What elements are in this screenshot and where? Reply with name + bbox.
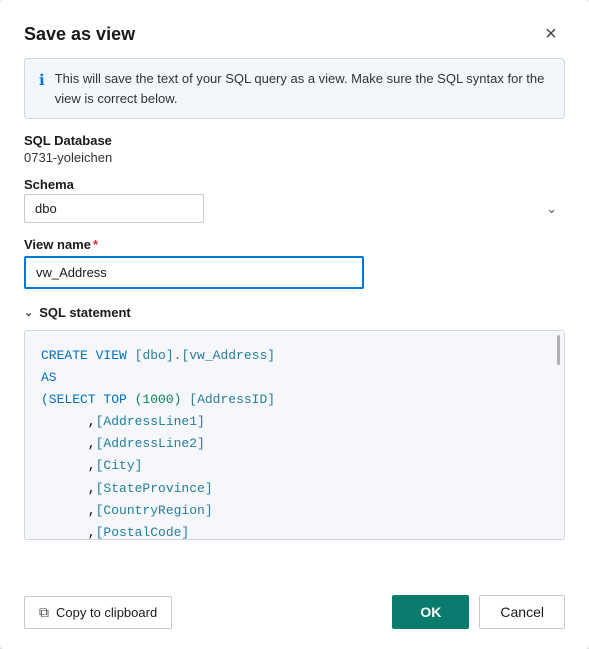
sql-line-1: CREATE VIEW [dbo].[vw_Address] [41,345,548,367]
info-icon: ℹ [39,70,45,93]
close-button[interactable]: × [537,20,565,48]
info-banner: ℹ This will save the text of your SQL qu… [24,58,565,119]
sql-line-4: ,[AddressLine1] [41,411,548,433]
view-name-input[interactable] [24,256,364,289]
required-star: * [93,237,98,252]
dialog-header: Save as view × [0,0,589,58]
info-text: This will save the text of your SQL quer… [55,69,550,108]
copy-label: Copy to clipboard [56,605,157,620]
copy-to-clipboard-button[interactable]: ⧉ Copy to clipboard [24,596,172,629]
dialog-footer: ⧉ Copy to clipboard OK Cancel [0,577,589,649]
sql-code-box[interactable]: CREATE VIEW [dbo].[vw_Address] AS (SELEC… [24,330,565,540]
footer-actions: OK Cancel [392,595,565,629]
copy-icon: ⧉ [39,604,49,621]
chevron-right-icon: ⌄ [24,306,33,319]
dialog-title: Save as view [24,24,135,45]
sql-line-3: (SELECT TOP (1000) [AddressID] [41,389,548,411]
save-as-view-dialog: Save as view × ℹ This will save the text… [0,0,589,649]
sql-line-7: ,[StateProvince] [41,478,548,500]
form-section: SQL Database 0731-yoleichen Schema dbo ⌄… [0,133,589,305]
sql-statement-label: SQL statement [39,305,131,320]
sql-line-9: ,[PostalCode] [41,522,548,540]
sql-statement-section: ⌄ SQL statement CREATE VIEW [dbo].[vw_Ad… [0,305,589,540]
sql-line-6: ,[City] [41,455,548,477]
schema-label: Schema [24,177,565,192]
scrollbar [557,335,560,365]
sql-line-5: ,[AddressLine2] [41,433,548,455]
chevron-down-icon: ⌄ [546,201,557,217]
sql-database-label: SQL Database [24,133,565,148]
schema-select[interactable]: dbo [24,194,204,223]
sql-line-2: AS [41,367,548,389]
view-name-label: View name* [24,237,565,252]
sql-line-8: ,[CountryRegion] [41,500,548,522]
schema-select-wrapper: dbo ⌄ [24,194,565,223]
sql-database-value: 0731-yoleichen [24,150,565,165]
ok-button[interactable]: OK [392,595,469,629]
sql-statement-toggle[interactable]: ⌄ SQL statement [24,305,565,320]
cancel-button[interactable]: Cancel [479,595,565,629]
